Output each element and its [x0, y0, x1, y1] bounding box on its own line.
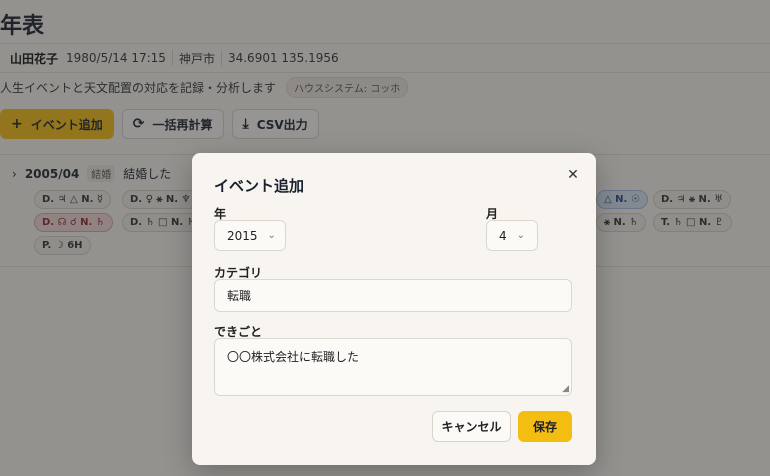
- category-input[interactable]: 転職: [214, 279, 572, 312]
- year-select[interactable]: 2015 ⌄: [214, 220, 286, 251]
- cancel-button[interactable]: キャンセル: [432, 411, 511, 442]
- modal-title: イベント追加: [214, 177, 305, 195]
- month-value: 4: [499, 228, 507, 243]
- chevron-down-icon: ⌄: [516, 230, 526, 241]
- resize-handle-icon[interactable]: ◢: [562, 384, 569, 394]
- add-event-modal: イベント追加 ✕ 年 2015 ⌄ 月 4 ⌄ カテゴリ 転職 できごと 〇〇株…: [192, 153, 596, 465]
- chevron-down-icon: ⌄: [267, 230, 276, 241]
- event-value: 〇〇株式会社に転職した: [227, 350, 360, 364]
- category-value: 転職: [227, 289, 252, 303]
- month-select[interactable]: 4 ⌄: [486, 220, 538, 251]
- event-textarea[interactable]: 〇〇株式会社に転職した ◢: [214, 338, 572, 396]
- year-value: 2015: [227, 228, 258, 243]
- close-icon[interactable]: ✕: [564, 166, 582, 184]
- save-button[interactable]: 保存: [518, 411, 572, 442]
